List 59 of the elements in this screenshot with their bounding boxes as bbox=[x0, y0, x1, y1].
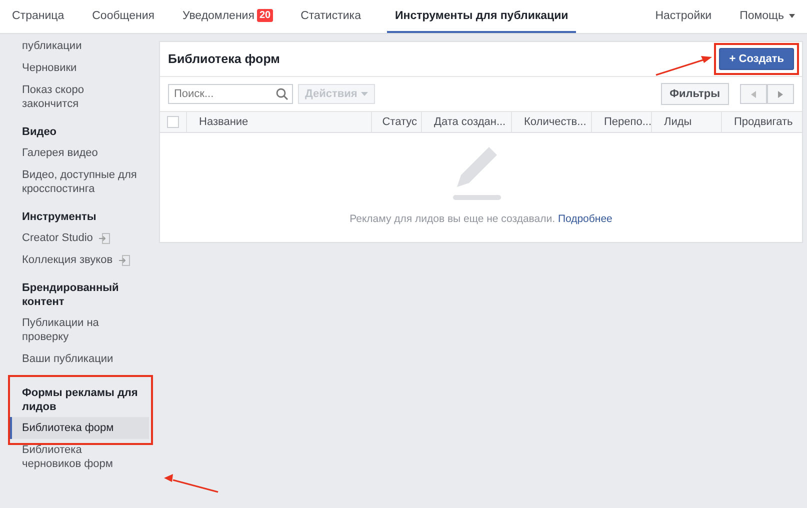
sidebar-item-label: Галерея видео bbox=[22, 146, 98, 160]
learn-more-link[interactable]: Подробнее bbox=[558, 213, 612, 225]
next-page-button[interactable] bbox=[767, 84, 794, 104]
search-icon bbox=[276, 88, 288, 100]
annotation-arrow bbox=[164, 474, 218, 493]
sidebar-item-label: Ваши публикации bbox=[22, 352, 114, 366]
search-field[interactable]: Поиск... bbox=[168, 84, 293, 104]
caret-icon bbox=[361, 92, 368, 96]
sidebar-item-label: Публикации на проверку bbox=[22, 316, 100, 344]
sidebar-item[interactable]: Библиотека форм bbox=[9, 417, 149, 439]
sidebar-item-label: Черновики bbox=[22, 61, 77, 75]
panel-title: Библиотека форм bbox=[168, 52, 280, 66]
sidebar-heading: Брендированный контент bbox=[21, 281, 120, 310]
sidebar-item-label: Библиотека черновиков форм bbox=[22, 443, 114, 471]
sidebar-item-label: публикации bbox=[22, 39, 82, 53]
column-header[interactable]: Название bbox=[199, 116, 248, 128]
notification-badge: 20 bbox=[257, 9, 273, 22]
sidebar-item[interactable]: Creator Studio bbox=[9, 227, 149, 249]
nav-tab[interactable]: Страница bbox=[10, 0, 66, 33]
annotation-arrow bbox=[656, 56, 712, 76]
external-link-icon bbox=[98, 233, 110, 244]
column-header[interactable]: Количеств... bbox=[524, 116, 586, 128]
sidebar-heading: Инструменты bbox=[21, 210, 98, 225]
nav-tab[interactable]: Инструменты для публикации bbox=[386, 0, 576, 33]
sidebar-item[interactable]: Коллекция звуков bbox=[9, 249, 149, 271]
sidebar-item-label: Creator Studio bbox=[22, 231, 93, 245]
sidebar-item[interactable]: Черновики bbox=[9, 57, 149, 79]
column-header[interactable]: Дата создан... bbox=[434, 116, 506, 128]
left-triangle-icon bbox=[751, 90, 756, 98]
previous-page-button[interactable] bbox=[740, 84, 767, 104]
sidebar-item[interactable]: публикации bbox=[9, 35, 149, 57]
select-all-checkbox[interactable] bbox=[167, 116, 179, 128]
sidebar-item[interactable]: Галерея видео bbox=[9, 142, 149, 164]
sidebar-item[interactable]: Показ скоро закончится bbox=[9, 79, 149, 115]
nav-link[interactable]: Настройки bbox=[653, 0, 714, 33]
nav-tab[interactable]: Статистика bbox=[298, 0, 363, 33]
sidebar-item[interactable]: Публикации на проверку bbox=[9, 312, 149, 348]
empty-state-message: Рекламу для лидов вы еще не создавали. Подробнее bbox=[350, 213, 612, 225]
column-header[interactable]: Статус bbox=[382, 116, 417, 128]
nav-tab[interactable]: Уведомления 20 bbox=[180, 0, 275, 33]
sidebar-heading: Формы рекламы для лидов bbox=[21, 386, 139, 415]
sidebar-item-label: Коллекция звуков bbox=[22, 253, 113, 267]
right-triangle-icon bbox=[778, 90, 783, 98]
sidebar-item[interactable]: Библиотека черновиков форм bbox=[9, 439, 149, 475]
sidebar-item-label: Библиотека форм bbox=[22, 421, 114, 435]
column-header[interactable]: Лиды bbox=[664, 116, 692, 128]
external-link-icon bbox=[118, 255, 130, 266]
column-header[interactable]: Продвигать bbox=[734, 116, 793, 128]
nav-tab[interactable]: Сообщения bbox=[90, 0, 157, 33]
create-button[interactable]: + Создать bbox=[719, 48, 794, 70]
sidebar-item[interactable]: Видео, доступные для кросспостинга bbox=[9, 164, 149, 200]
sidebar-item-label: Видео, доступные для кросспостинга bbox=[22, 168, 138, 196]
sidebar-item-label: Показ скоро закончится bbox=[22, 83, 85, 111]
column-header[interactable]: Перепо... bbox=[604, 116, 652, 128]
sidebar-item[interactable]: Ваши публикации bbox=[9, 348, 149, 370]
filters-button[interactable]: Фильтры bbox=[660, 83, 729, 105]
nav-link[interactable]: Помощь bbox=[738, 0, 797, 33]
sidebar-heading: Видео bbox=[21, 125, 58, 140]
caret-icon bbox=[789, 14, 795, 18]
